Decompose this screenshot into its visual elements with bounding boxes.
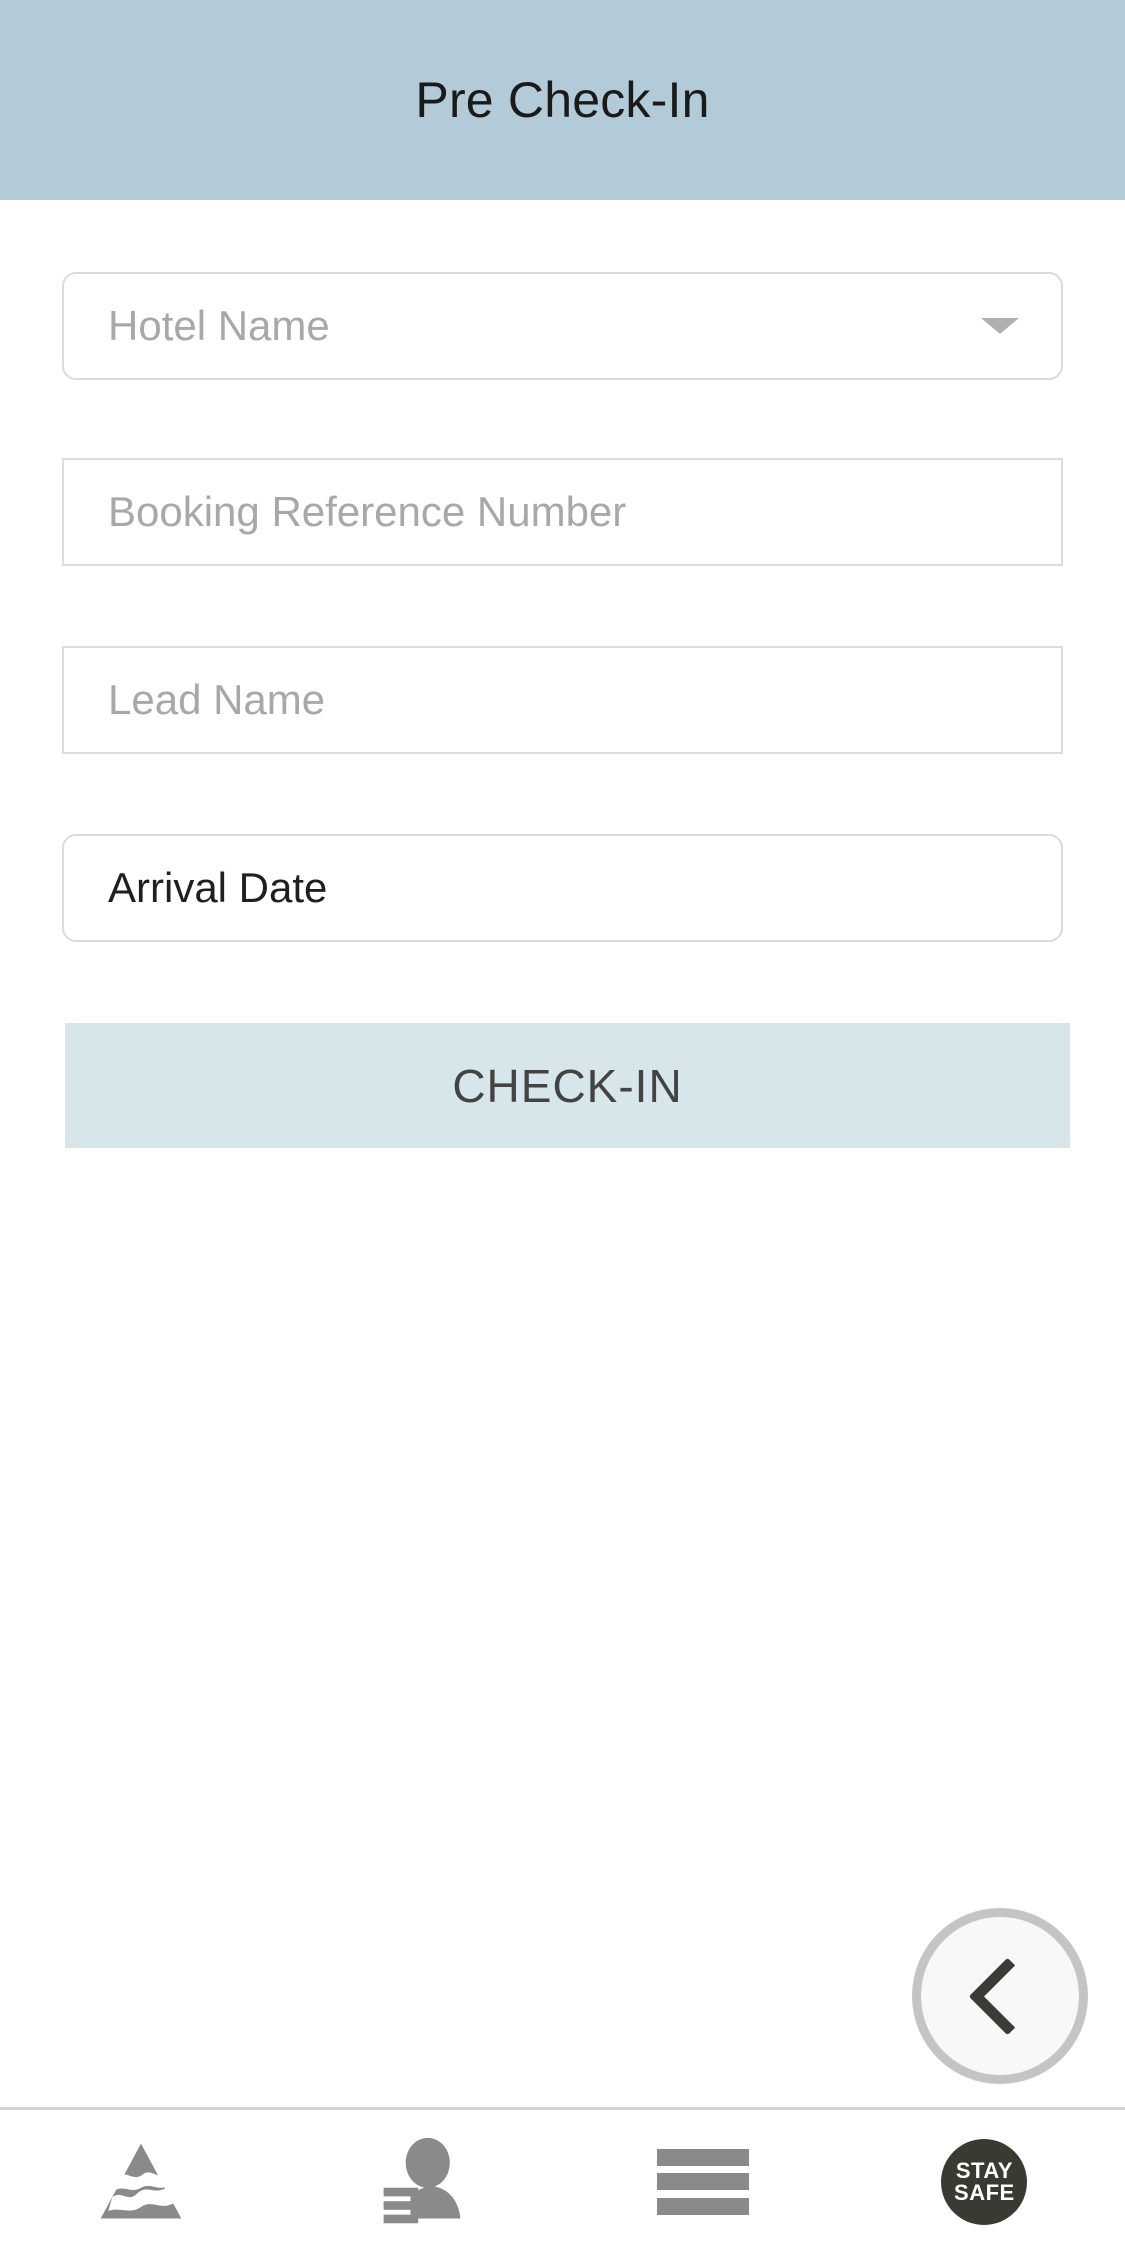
app-header: Pre Check-In xyxy=(0,0,1125,200)
lead-name-input[interactable]: Lead Name xyxy=(62,646,1063,754)
booking-reference-number-input[interactable]: Booking Reference Number xyxy=(62,458,1063,566)
arrival-date-input[interactable]: Arrival Date xyxy=(62,834,1063,942)
hamburger-menu-icon xyxy=(657,2148,750,2215)
person-profile-icon xyxy=(383,2137,461,2223)
booking-reference-number-placeholder: Booking Reference Number xyxy=(108,488,627,535)
stay-safe-line-2: SAFE xyxy=(954,2179,1015,2205)
hotel-name-select[interactable]: Hotel Name xyxy=(62,272,1063,380)
mountain-logo-icon xyxy=(100,2143,181,2218)
nav-item-profile[interactable] xyxy=(281,2110,562,2253)
stay-safe-badge-icon: STAY SAFE xyxy=(941,2138,1028,2225)
lead-name-placeholder: Lead Name xyxy=(108,676,326,723)
nav-item-menu[interactable] xyxy=(563,2110,844,2253)
back-button[interactable] xyxy=(912,1908,1088,2084)
chevron-down-icon[interactable] xyxy=(981,318,1019,334)
nav-item-stay-safe[interactable]: STAY SAFE xyxy=(844,2110,1125,2253)
nav-item-home[interactable] xyxy=(0,2110,281,2253)
stay-safe-line-1: STAY xyxy=(955,2157,1013,2183)
page-title: Pre Check-In xyxy=(415,72,710,128)
chevron-left-icon xyxy=(968,1957,1046,2035)
check-in-button[interactable]: CHECK-IN xyxy=(65,1023,1070,1148)
check-in-button-label: CHECK-IN xyxy=(452,1059,683,1112)
bottom-navigation-bar: STAY SAFE xyxy=(0,2107,1125,2253)
hotel-name-placeholder: Hotel Name xyxy=(108,302,330,349)
arrival-date-value: Arrival Date xyxy=(108,864,328,911)
